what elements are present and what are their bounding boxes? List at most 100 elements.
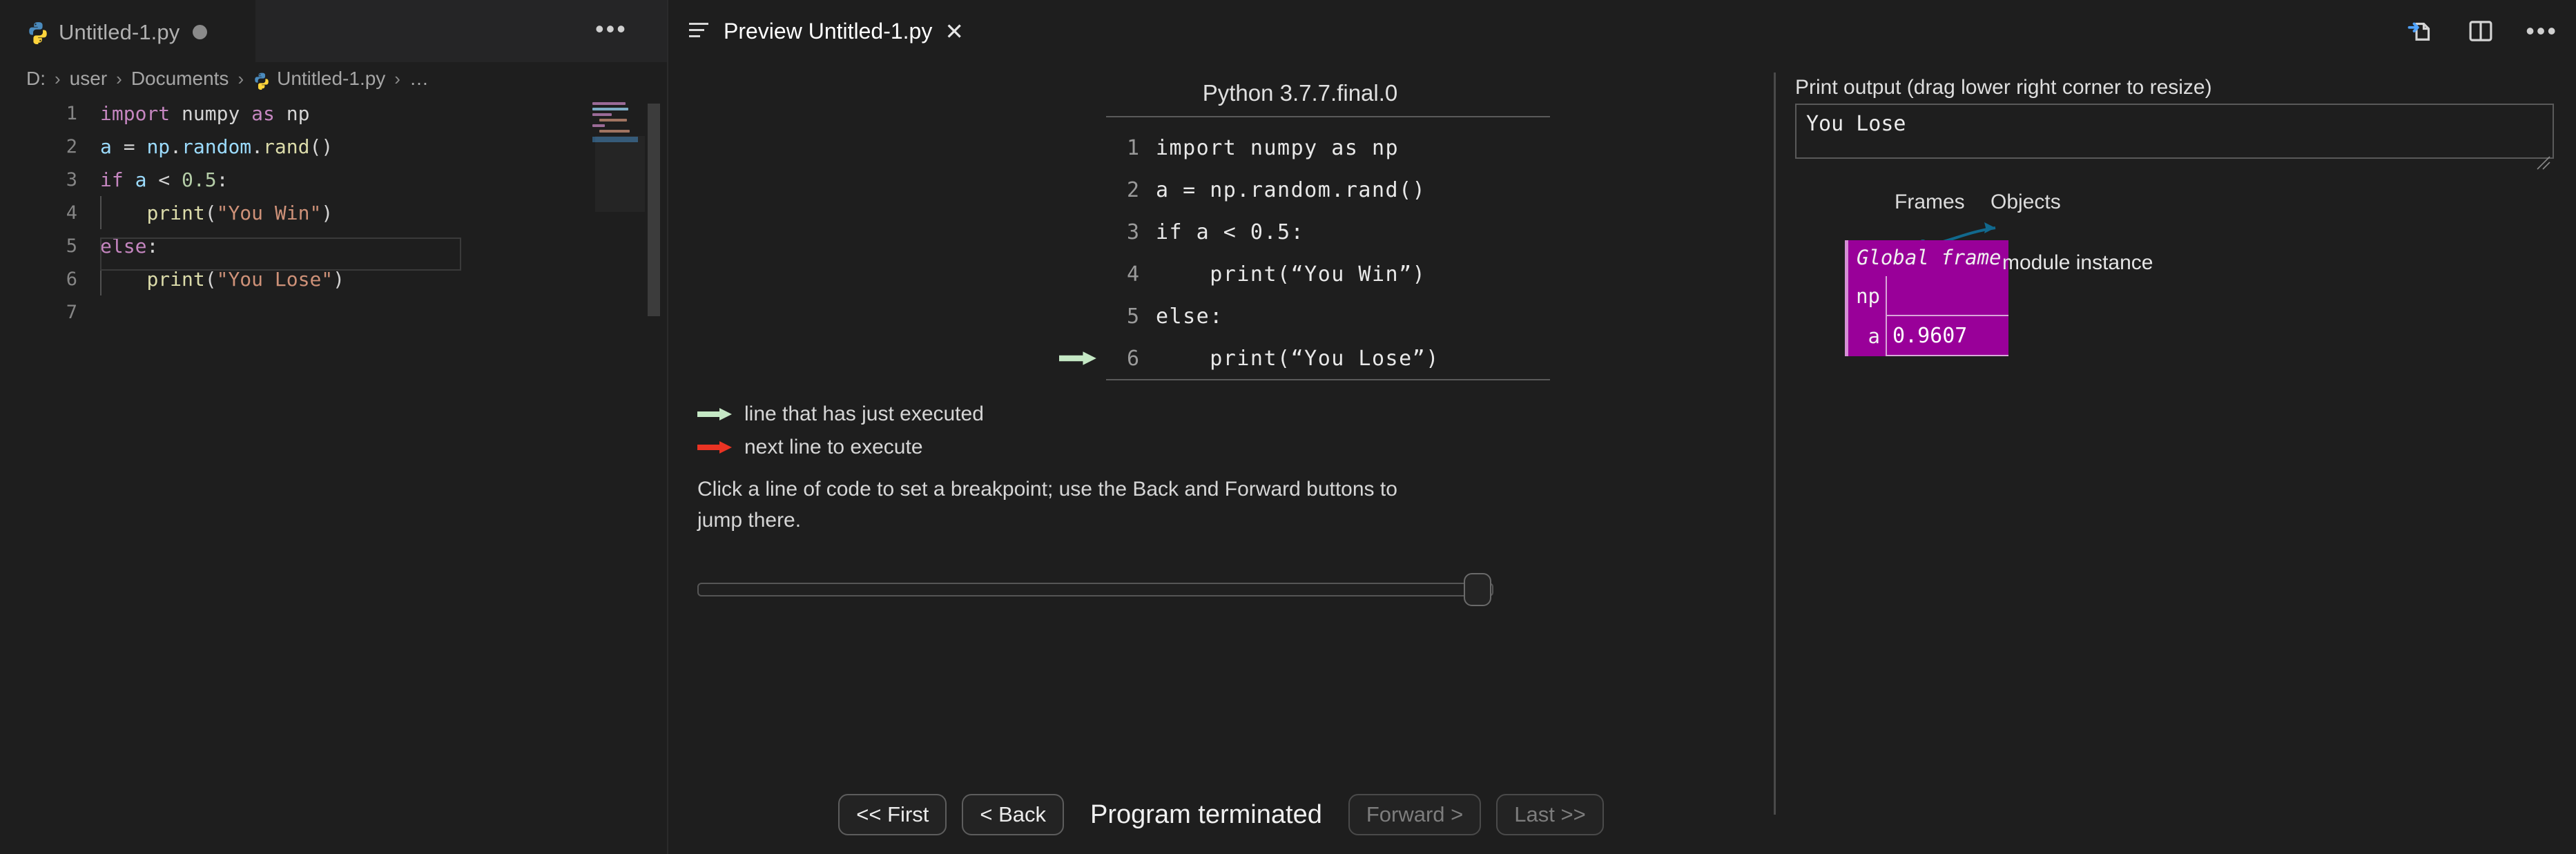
object-module-instance-label: module instance	[2002, 251, 2153, 274]
minimap-line	[592, 124, 605, 127]
editor-more-actions-icon[interactable]: •••	[595, 17, 628, 41]
code-token: (	[204, 267, 217, 291]
code-line[interactable]: 5 else:	[0, 229, 668, 262]
code-token: :	[146, 234, 159, 258]
frame-variable-row: a 0.9607	[1848, 316, 2008, 356]
editor-minimap[interactable]	[592, 102, 645, 854]
tutor-code-line[interactable]: 6 print(“You Lose”)	[1059, 338, 1555, 380]
python-icon	[255, 72, 269, 90]
preview-pane: Preview Untitled-1.py ✕ ••• Python 3.7.7…	[668, 0, 2576, 854]
minimap-line	[599, 130, 630, 133]
code-line-text: print("You Win")	[77, 202, 333, 224]
editor-tab-bar: Untitled-1.py •••	[0, 0, 668, 62]
tutor-code-line[interactable]: 5 else:	[1106, 295, 1555, 338]
global-frame-box: Global frame np a 0.9607	[1845, 240, 2008, 356]
tutor-code-listing[interactable]: 1 import numpy as np 2 a = np.random.rand()…	[1059, 127, 1555, 380]
tutor-code-line[interactable]: 1 import numpy as np	[1106, 127, 1555, 169]
print-output-box[interactable]: You Lose	[1795, 104, 2554, 159]
code-token: as	[251, 101, 275, 125]
indent-guide	[100, 262, 101, 295]
preview-tab-bar: Preview Untitled-1.py ✕ •••	[668, 0, 2576, 62]
line-number: 4	[66, 202, 77, 224]
editor-tab-untitled-1[interactable]: Untitled-1.py	[0, 0, 255, 62]
tutor-line-text: if a < 0.5:	[1156, 220, 1305, 244]
first-button[interactable]: << First	[838, 794, 947, 835]
more-actions-icon[interactable]: •••	[2526, 19, 2558, 43]
line-number: 2	[66, 135, 77, 157]
close-icon[interactable]: ✕	[945, 18, 964, 45]
code-line[interactable]: 1 import numpy as np	[0, 97, 668, 130]
code-line[interactable]: 2a = np.random.rand()	[0, 130, 668, 163]
tutor-line-text: print(“You Lose”)	[1156, 347, 1440, 371]
preview-tab[interactable]: Preview Untitled-1.py ✕	[668, 0, 964, 62]
tutor-line-number: 5	[1126, 304, 1139, 329]
step-navigation-bar: << First < Back Program terminated Forwa…	[668, 794, 1774, 835]
tutor-code-line[interactable]: 3 if a < 0.5:	[1106, 211, 1555, 253]
code-token: .	[251, 135, 264, 158]
tutor-line-number: 2	[1126, 178, 1139, 202]
breadcrumb-separator-icon: ›	[394, 68, 400, 89]
forward-button[interactable]: Forward >	[1348, 794, 1482, 835]
global-frame-variables: np a 0.9607	[1848, 276, 2008, 356]
code-token: if	[100, 168, 124, 191]
slider-track[interactable]	[697, 583, 1493, 596]
tutor-code-line[interactable]: 4 print(“You Win”)	[1106, 253, 1555, 295]
tutor-line-text: else:	[1156, 304, 1223, 329]
code-line-text: a = np.random.rand()	[77, 135, 333, 158]
open-preview-to-the-side-icon[interactable]	[2407, 17, 2436, 46]
code-token: numpy	[182, 101, 240, 125]
minimap-line	[592, 108, 628, 110]
state-column-headers: Frames Objects	[1776, 191, 2576, 222]
editor-scrollbar-thumb[interactable]	[648, 104, 660, 316]
objects-header: Objects	[1991, 191, 2061, 213]
tutor-line-number: 4	[1126, 262, 1139, 287]
green-arrow-icon	[697, 408, 732, 420]
indent-guide	[100, 196, 101, 229]
code-token: np	[146, 135, 171, 158]
code-line[interactable]: 4 print("You Win")	[0, 196, 668, 229]
frame-variable-value	[1886, 276, 2008, 316]
breadcrumb-separator-icon: ›	[238, 68, 244, 89]
execution-legend: line that has just executed next line to…	[697, 398, 1319, 464]
global-frame-title: Global frame	[1857, 246, 2002, 269]
code-editor-pane: Untitled-1.py ••• D: › user › Documents …	[0, 0, 668, 854]
breadcrumb-item-file[interactable]: Untitled-1.py	[277, 68, 385, 90]
breadcrumb-item-drive[interactable]: D:	[26, 68, 46, 90]
tutor-code-line[interactable]: 2 a = np.random.rand()	[1106, 169, 1555, 211]
tutor-line-number: 6	[1126, 347, 1139, 371]
split-editor-icon[interactable]	[2466, 17, 2495, 46]
code-token: 0.5	[182, 168, 217, 191]
breadcrumb-item-symbol-overflow[interactable]: …	[409, 68, 429, 90]
code-token: )	[333, 267, 345, 291]
code-bottom-rule	[1106, 379, 1550, 380]
frame-variable-name: np	[1856, 284, 1880, 308]
slider-handle[interactable]	[1464, 573, 1491, 606]
preview-tab-label: Preview Untitled-1.py	[724, 18, 933, 43]
code-text-area[interactable]: 1 import numpy as np 2 a = np.random.rand()…	[0, 97, 668, 854]
breadcrumb-item-user[interactable]: user	[70, 68, 107, 90]
code-token: a	[100, 135, 124, 158]
breadcrumb-item-documents[interactable]: Documents	[131, 68, 229, 90]
code-line[interactable]: 3 if a < 0.5:	[0, 163, 668, 196]
code-line-text: import numpy as np	[77, 102, 309, 125]
resize-grip-icon[interactable]	[2535, 155, 2550, 170]
breakpoint-hint-text: Click a line of code to set a breakpoint…	[697, 478, 1397, 532]
minimap-line	[592, 113, 612, 116]
line-number: 6	[66, 268, 77, 290]
code-line-text: if a < 0.5:	[77, 168, 228, 191]
back-button[interactable]: < Back	[962, 794, 1065, 835]
code-line[interactable]: 6 print("You Lose")	[0, 262, 668, 295]
preview-lines-icon	[689, 23, 708, 37]
legend-label-executed: line that has just executed	[744, 402, 984, 425]
execution-step-slider[interactable]	[697, 573, 1493, 606]
minimap-viewport-slider[interactable]	[595, 136, 645, 212]
print-output-value: You Lose	[1806, 112, 1906, 136]
code-token: random	[182, 135, 252, 158]
code-line[interactable]: 7	[0, 295, 668, 329]
tutor-line-number: 1	[1126, 136, 1139, 160]
line-number: 7	[66, 301, 77, 323]
program-state-column: Print output (drag lower right corner to…	[1776, 62, 2576, 854]
red-arrow-icon	[697, 441, 732, 454]
last-button[interactable]: Last >>	[1496, 794, 1604, 835]
